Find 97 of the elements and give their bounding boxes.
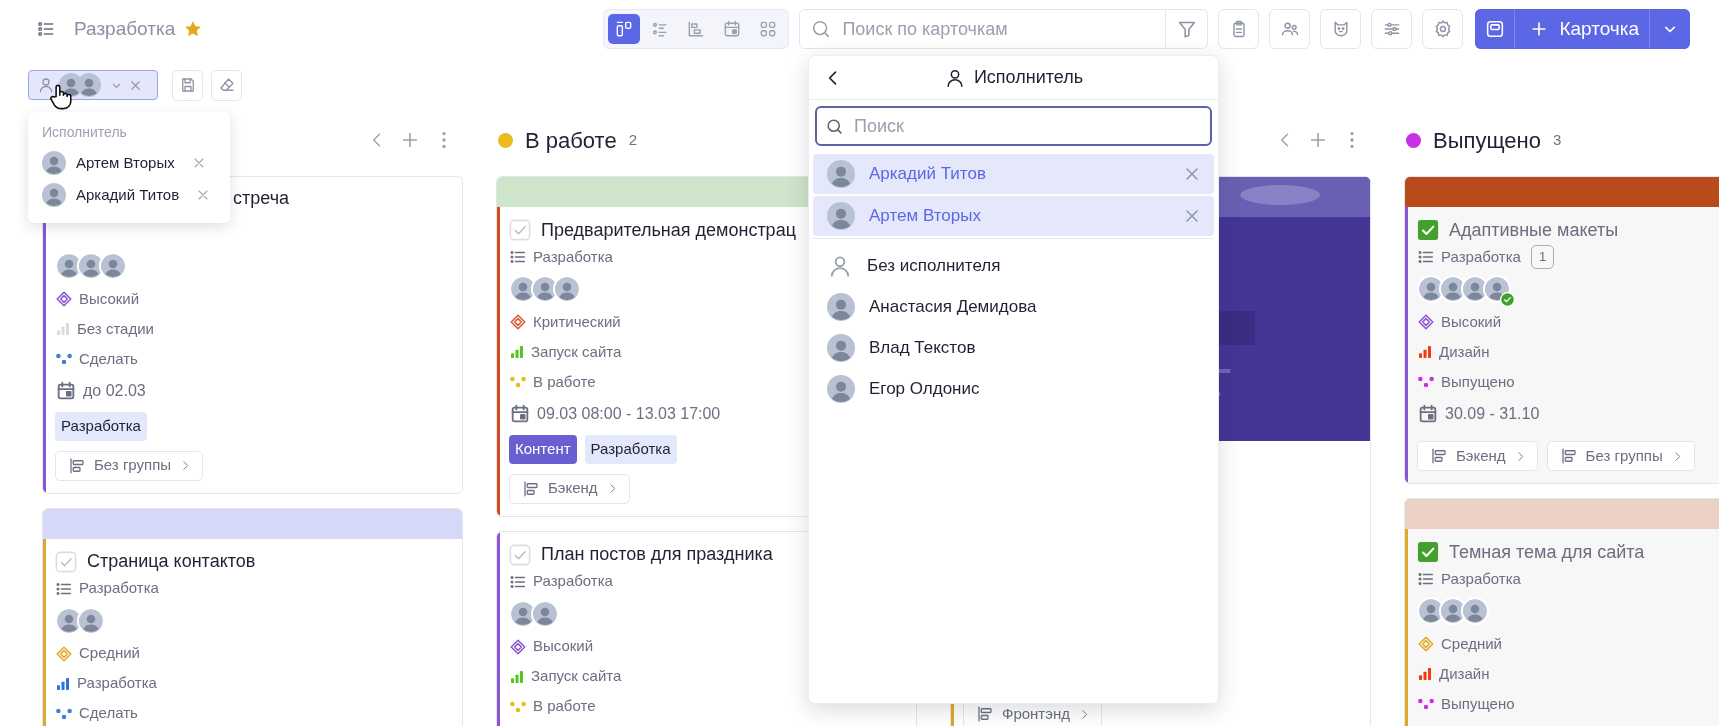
card-count: 2 bbox=[628, 129, 638, 150]
stage-label: Запуск сайта bbox=[531, 666, 622, 687]
stage-label: Дизайн bbox=[1439, 341, 1490, 362]
card-title: Адаптивные макеты bbox=[1449, 218, 1619, 242]
group-button[interactable]: Без группы bbox=[55, 450, 204, 481]
column-title: В работе bbox=[525, 126, 617, 155]
avatar bbox=[827, 374, 855, 403]
search-input[interactable]: Поиск bbox=[852, 111, 1210, 141]
project-label: Разработка bbox=[1441, 246, 1521, 267]
status-label: Сделать bbox=[79, 348, 138, 369]
users-icon bbox=[1279, 19, 1300, 39]
group-icon bbox=[522, 479, 540, 498]
group-icon bbox=[68, 456, 86, 475]
status-label: Выпущено bbox=[1441, 693, 1515, 714]
stage-label: Без стадии bbox=[77, 318, 154, 339]
toolbar-button[interactable] bbox=[1371, 9, 1413, 49]
group-button[interactable]: Бэкенд bbox=[1417, 441, 1538, 471]
priority-label: Критический bbox=[533, 311, 621, 332]
card-count: 3 bbox=[1552, 129, 1562, 150]
card-title: стреча bbox=[233, 187, 290, 210]
date-label: до 02.03 bbox=[83, 381, 146, 401]
group-icon bbox=[976, 705, 994, 723]
avatar bbox=[77, 73, 101, 97]
task-card[interactable]: Адаптивные макеты Разработка 1 Высокий Дизайн Выпущено 30.09 - 31.10 Бэкенд Без группы bbox=[1404, 176, 1719, 484]
priority-label: Высокий bbox=[79, 288, 140, 309]
search-icon bbox=[825, 116, 844, 136]
status-label: Сделать bbox=[79, 703, 138, 724]
approved-badge bbox=[1500, 292, 1515, 307]
toolbar-button[interactable] bbox=[1269, 9, 1311, 49]
toolbar-button[interactable] bbox=[1422, 9, 1464, 49]
stage-label: Запуск сайта bbox=[531, 341, 622, 362]
search-input[interactable]: Поиск по карточкам bbox=[840, 14, 1166, 44]
checkbox[interactable] bbox=[509, 219, 531, 241]
tag: Контент bbox=[509, 435, 577, 464]
priority-label: Высокий bbox=[1441, 311, 1502, 332]
popover-label: Исполнитель bbox=[41, 123, 128, 142]
assignee-filter-chip[interactable] bbox=[28, 70, 158, 100]
calendar-icon bbox=[55, 380, 77, 402]
priority-label: Высокий bbox=[533, 636, 594, 657]
toolbar-button[interactable] bbox=[1218, 9, 1260, 49]
status-label: В работе bbox=[533, 696, 596, 717]
project-label: Разработка bbox=[1441, 568, 1521, 589]
checkbox[interactable] bbox=[55, 550, 77, 573]
view-tab[interactable] bbox=[608, 14, 641, 44]
dropdown-title: Исполнитель bbox=[973, 66, 1084, 89]
status-label: Выпущено bbox=[1441, 371, 1515, 392]
person-name: Аркадий Титов bbox=[76, 184, 180, 205]
project-label: Разработка bbox=[533, 571, 613, 592]
checkbox[interactable] bbox=[1417, 219, 1439, 241]
avatar bbox=[827, 160, 855, 188]
toolbar-button[interactable] bbox=[1320, 9, 1362, 49]
avatar bbox=[827, 202, 855, 230]
group-icon bbox=[1430, 447, 1448, 465]
project-label: Разработка bbox=[533, 246, 613, 267]
search-field[interactable]: Поиск bbox=[815, 106, 1212, 146]
group-icon bbox=[1559, 447, 1578, 465]
priority-label: Средний bbox=[1441, 633, 1502, 654]
group-button[interactable]: Бэкенд bbox=[509, 473, 630, 504]
stage-label: Дизайн bbox=[1439, 663, 1490, 684]
column-title: Выпущено bbox=[1433, 126, 1541, 155]
person-name: Артем Вторых bbox=[76, 152, 175, 173]
stage-label: Разработка bbox=[77, 673, 157, 694]
card-title: Предварительная демонстрац bbox=[541, 218, 796, 242]
date-label: 09.03 08:00 - 13.03 17:00 bbox=[537, 404, 721, 424]
hand-cursor-icon bbox=[50, 84, 72, 110]
assignee-option[interactable]: Аркадий Титов bbox=[813, 154, 1214, 194]
avatar bbox=[827, 333, 855, 362]
tag: Разработка bbox=[584, 435, 677, 464]
person-icon bbox=[37, 76, 55, 94]
tag: Разработка bbox=[55, 412, 147, 441]
assignee-option[interactable]: Артем Вторых bbox=[813, 196, 1214, 236]
card-title: План постов для праздника bbox=[541, 543, 773, 566]
project-label: Разработка bbox=[79, 578, 159, 599]
group-button[interactable]: Без группы bbox=[1546, 441, 1695, 471]
status-label: В работе bbox=[533, 371, 596, 392]
avatar bbox=[42, 151, 66, 175]
calendar-icon bbox=[509, 403, 531, 425]
priority-label: Средний bbox=[79, 643, 140, 664]
board-title: Разработка bbox=[74, 16, 176, 41]
checkbox[interactable] bbox=[1417, 541, 1439, 563]
count-badge: 1 bbox=[1530, 245, 1555, 269]
window-button[interactable] bbox=[1475, 9, 1516, 49]
card-title: Темная тема для сайта bbox=[1449, 540, 1645, 564]
list-icon bbox=[1417, 570, 1435, 588]
avatar bbox=[42, 183, 66, 207]
avatar bbox=[827, 292, 855, 321]
eraser-button[interactable] bbox=[211, 69, 242, 101]
calendar-icon bbox=[1417, 403, 1439, 425]
card-title: Страница контактов bbox=[87, 550, 256, 573]
task-card[interactable]: Темная тема для сайта Разработка Средний Дизайн Выпущено bbox=[1404, 498, 1719, 726]
list-icon bbox=[509, 248, 527, 266]
save-button[interactable] bbox=[172, 69, 203, 101]
menu-icon bbox=[36, 19, 56, 39]
date-label: 30.09 - 31.10 bbox=[1445, 404, 1540, 424]
list-icon bbox=[1417, 248, 1435, 266]
checkbox[interactable] bbox=[509, 543, 531, 566]
task-card[interactable]: Страница контактов Разработка Средний Разработка Сделать bbox=[42, 507, 463, 726]
